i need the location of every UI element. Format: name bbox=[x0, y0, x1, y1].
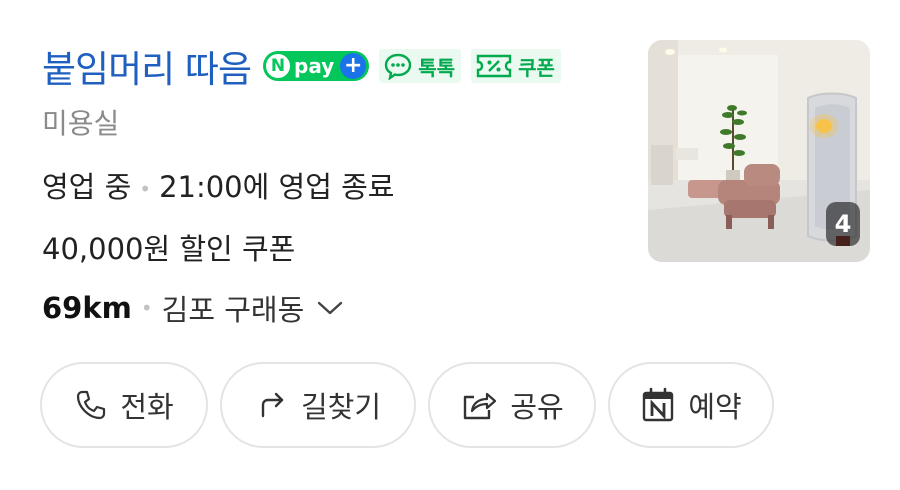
share-label: 공유 bbox=[510, 390, 564, 424]
npay-n-logo: N bbox=[266, 54, 291, 78]
open-status: 영업 중 bbox=[42, 170, 132, 204]
coupon-info[interactable]: 40,000원 할인 쿠폰 bbox=[42, 226, 295, 268]
phone-icon bbox=[77, 390, 106, 420]
address: 김포 구래동 bbox=[161, 293, 305, 327]
photo-count-badge: 4 bbox=[826, 202, 860, 246]
talktalk-label: 톡톡 bbox=[418, 55, 456, 80]
directions-label: 길찾기 bbox=[300, 390, 382, 424]
action-bar: 전화 길찾기 공유 예약 bbox=[40, 362, 774, 448]
closing-time: 21:00에 영업 종료 bbox=[159, 170, 395, 204]
share-button[interactable]: 공유 bbox=[428, 362, 596, 448]
place-photo[interactable]: 4 bbox=[648, 40, 870, 262]
turn-arrow-icon bbox=[261, 392, 284, 418]
npay-plus-icon: + bbox=[340, 53, 367, 79]
booking-button[interactable]: 예약 bbox=[608, 362, 774, 448]
directions-button[interactable]: 길찾기 bbox=[220, 362, 416, 448]
place-category: 미용실 bbox=[42, 107, 120, 140]
share-icon bbox=[464, 392, 497, 420]
place-name[interactable]: 붙임머리 따음 bbox=[42, 39, 252, 93]
business-hours[interactable]: 영업 중 • 21:00에 영업 종료 bbox=[42, 164, 394, 206]
coupon-badge[interactable]: 쿠폰 bbox=[471, 49, 561, 83]
location-row[interactable]: 69km • 김포 구래동 bbox=[42, 287, 344, 329]
chevron-down-icon[interactable] bbox=[316, 299, 344, 317]
npay-label: pay bbox=[294, 54, 335, 78]
booking-label: 예약 bbox=[688, 390, 742, 424]
distance: 69km bbox=[42, 291, 132, 325]
npay-plus-badge: N pay + bbox=[263, 51, 370, 81]
location-separator: • bbox=[140, 296, 153, 320]
call-label: 전화 bbox=[120, 390, 174, 424]
coupon-badge-label: 쿠폰 bbox=[518, 55, 555, 80]
chat-bubble-icon bbox=[385, 53, 412, 80]
talktalk-badge[interactable]: 톡톡 bbox=[379, 49, 462, 83]
hours-separator: • bbox=[139, 177, 152, 201]
call-button[interactable]: 전화 bbox=[40, 362, 208, 448]
naver-calendar-icon bbox=[643, 387, 674, 422]
title-row: 붙임머리 따음 N pay + 톡톡 쿠폰 bbox=[42, 40, 561, 92]
coupon-icon bbox=[476, 54, 512, 78]
